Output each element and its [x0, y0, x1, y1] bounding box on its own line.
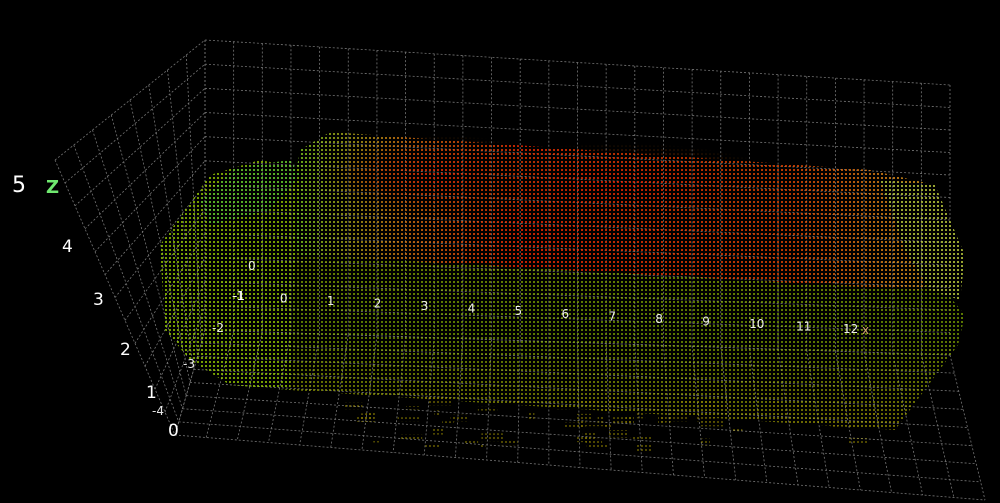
grid-line [204, 39, 951, 86]
x-axis-label: x [862, 323, 869, 337]
x-tick-label: -1 [233, 289, 245, 303]
ground-point [434, 410, 441, 417]
ground-point [608, 430, 629, 438]
ground-point [640, 396, 653, 401]
ground-point [373, 439, 381, 443]
grid-line [949, 354, 986, 501]
x-tick-label: 4 [468, 302, 476, 316]
ground-point [406, 406, 421, 410]
load-hotspot-2 [450, 143, 790, 227]
ground-point [772, 401, 782, 405]
point-cloud-plot: 543210Z0-1-2-3-4-1 0 1 2 3 4 5 6 7 8 9 10 11 12 x [12, 39, 986, 501]
ground-point [576, 398, 601, 405]
x-tick-label: 8 [655, 312, 663, 326]
ground-point [450, 414, 469, 422]
x-tick-label: 1 [327, 294, 335, 308]
ground-point [794, 403, 808, 410]
ground-point [343, 402, 363, 410]
ground-point [424, 396, 432, 400]
z-axis-label: Z [46, 177, 59, 198]
z-tick-label: 2 [120, 340, 131, 360]
ground-point [667, 415, 688, 422]
ground-point [481, 433, 503, 442]
ground-point [585, 422, 608, 427]
ground-point [830, 423, 839, 428]
x-tick-label: 3 [421, 299, 429, 313]
ground-point [849, 438, 869, 445]
z-tick-label: 1 [146, 383, 157, 403]
ground-point [636, 411, 646, 419]
ground-point [635, 444, 653, 452]
ground-point [428, 397, 452, 406]
ground-point [601, 407, 615, 414]
y-tick-label: -2 [212, 321, 224, 335]
ground-point [606, 397, 618, 404]
ground-point [630, 436, 652, 441]
y-tick-label: 0 [248, 259, 256, 273]
ground-point [526, 412, 535, 421]
ground-point [679, 399, 693, 403]
ground-point [425, 444, 440, 449]
x-tick-label: 7 [608, 309, 616, 323]
ground-point [576, 413, 592, 422]
ground-point [597, 415, 604, 423]
x-tick-label: 6 [561, 307, 569, 321]
z-tick-label: 0 [168, 421, 179, 441]
x-tick-label: 12 [843, 322, 858, 336]
ground-point [731, 426, 743, 432]
y-tick-label: -4 [152, 404, 164, 418]
z-tick-label: 5 [12, 173, 26, 198]
ground-point [479, 442, 486, 448]
ground-point [515, 396, 523, 404]
ground-point [658, 417, 666, 426]
ground-point [564, 422, 583, 427]
z-tick-label: 3 [93, 290, 104, 310]
ground-point [698, 402, 718, 407]
x-tick-label: 10 [749, 317, 764, 331]
ground-point [699, 438, 710, 446]
ground-point [477, 406, 498, 411]
x-tick-label: 11 [796, 319, 811, 333]
ground-point [358, 413, 374, 422]
x-tick-label: 9 [702, 314, 710, 328]
ground-point [432, 427, 444, 435]
ground-point [611, 417, 634, 424]
ground-point [586, 443, 609, 449]
x-tick-label: 2 [374, 297, 382, 311]
ground-point [397, 417, 421, 422]
ground-point [698, 398, 714, 404]
ground-point [867, 420, 874, 426]
ground-point [501, 440, 518, 446]
x-tick-label: 5 [515, 304, 523, 318]
ground-point [582, 431, 595, 440]
y-tick-label: -3 [183, 357, 195, 371]
x-tick-label: 0 [280, 292, 288, 306]
z-tick-label: 4 [62, 237, 73, 257]
ground-point [556, 406, 570, 410]
ground-point [695, 414, 715, 422]
ground-point [864, 411, 879, 417]
ground-point [442, 421, 454, 425]
ground-point [400, 434, 423, 439]
ground-point [463, 439, 479, 444]
